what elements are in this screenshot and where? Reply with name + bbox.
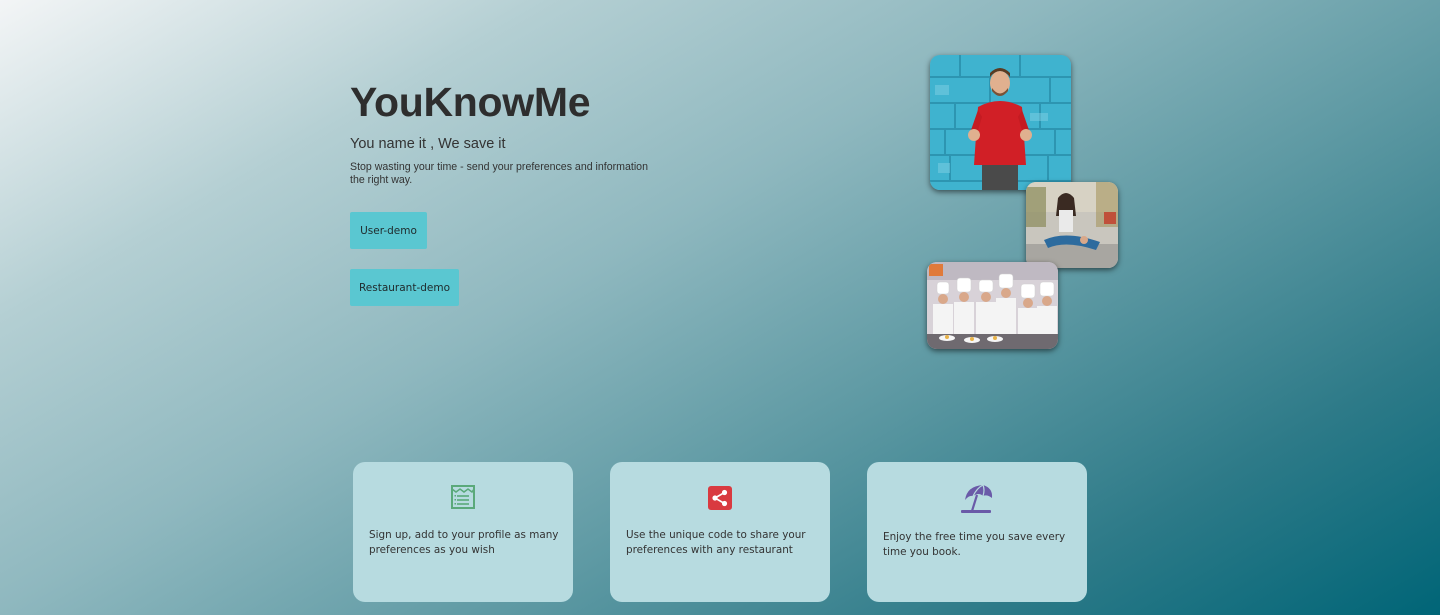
user-demo-button[interactable]: User-demo <box>350 212 427 249</box>
feature-text-signup: Sign up, add to your profile as many pre… <box>369 529 559 556</box>
feature-card-signup: Sign up, add to your profile as many pre… <box>353 462 573 602</box>
app-description: Stop wasting your time - send your prefe… <box>350 161 648 186</box>
hero-section: YouKnowMe You name it , We save it Stop … <box>350 78 670 186</box>
menu-list-icon <box>450 484 476 515</box>
restaurant-demo-button[interactable]: Restaurant-demo <box>350 269 459 306</box>
share-icon <box>708 486 732 515</box>
feature-card-share: Use the unique code to share your prefer… <box>610 462 830 602</box>
woman-sitting-photo <box>1026 182 1118 268</box>
beach-umbrella-icon <box>959 482 995 519</box>
chefs-team-photo <box>927 262 1058 349</box>
feature-card-enjoy: Enjoy the free time you save every time … <box>867 462 1087 602</box>
feature-text-enjoy: Enjoy the free time you save every time … <box>883 531 1066 558</box>
man-in-red-sweater-photo <box>930 55 1071 190</box>
app-subtitle: You name it , We save it <box>350 136 506 152</box>
feature-text-share: Use the unique code to share your prefer… <box>626 529 806 556</box>
app-title: YouKnowMe <box>350 79 591 125</box>
